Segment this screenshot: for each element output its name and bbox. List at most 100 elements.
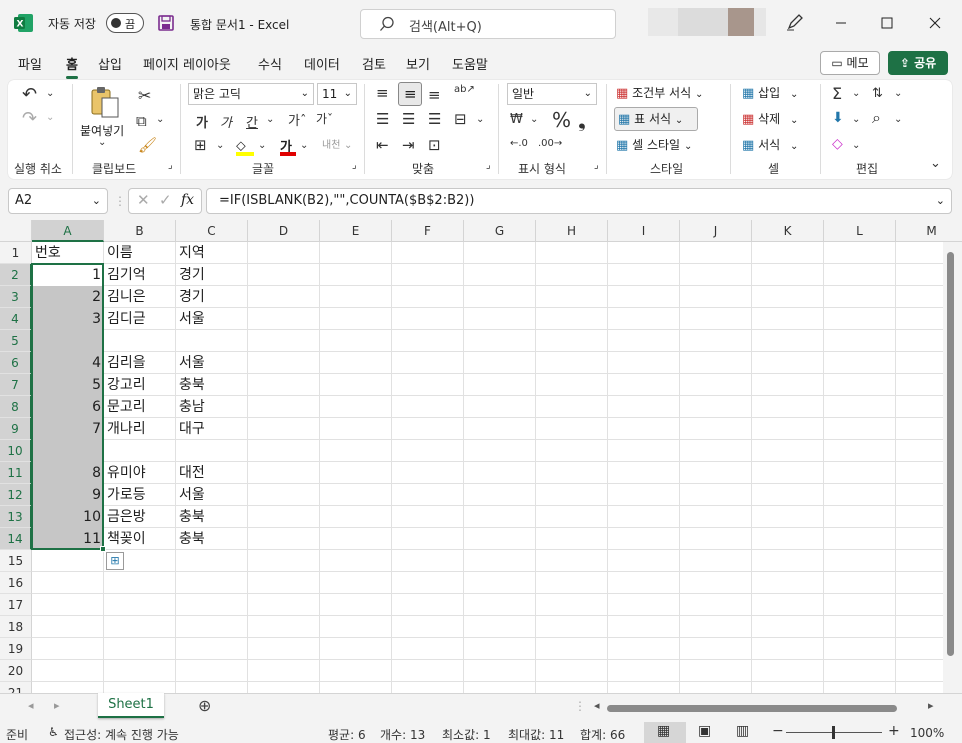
fill-dropdown-icon[interactable]: ⌄ bbox=[258, 140, 266, 151]
redo-icon[interactable]: ↷ bbox=[22, 108, 37, 129]
cell-styles-button[interactable]: ▦ 셀 스타일 ⌄ bbox=[616, 136, 716, 156]
align-left-icon[interactable]: ☰ bbox=[376, 110, 389, 128]
font-name-select[interactable]: 맑은 고딕 ⌄ bbox=[188, 83, 314, 105]
redo-dropdown-icon[interactable]: ⌄ bbox=[46, 112, 54, 123]
format-painter-icon[interactable]: 🖌 bbox=[138, 136, 157, 154]
add-sheet-icon[interactable]: ⊕ bbox=[198, 696, 211, 715]
decrease-font-icon[interactable]: 가ˇ bbox=[316, 110, 333, 127]
wrap-text-icon[interactable]: ⊟ bbox=[454, 110, 467, 128]
row-header[interactable]: 4 bbox=[0, 308, 32, 330]
normal-view-button[interactable]: ▦ bbox=[644, 722, 686, 743]
cell[interactable] bbox=[104, 440, 176, 462]
increase-indent-icon[interactable]: ⇥ bbox=[402, 136, 415, 154]
column-header[interactable]: A bbox=[32, 220, 104, 242]
row-header[interactable]: 9 bbox=[0, 418, 32, 440]
percent-icon[interactable]: % bbox=[552, 108, 571, 132]
fill-dropdown-icon[interactable]: ⌄ bbox=[852, 114, 860, 125]
save-icon[interactable] bbox=[158, 15, 174, 31]
cell[interactable]: 책꽂이 bbox=[104, 528, 176, 550]
row-header[interactable]: 12 bbox=[0, 484, 32, 506]
page-break-view-icon[interactable]: ▥ bbox=[736, 723, 749, 739]
fill-down-icon[interactable]: ⬇ bbox=[832, 110, 844, 126]
tab-file[interactable]: 파일 bbox=[18, 54, 42, 73]
column-header[interactable]: F bbox=[392, 220, 464, 242]
column-header[interactable]: E bbox=[320, 220, 392, 242]
insert-cells-button[interactable]: ▦ 삽입 ⌄ bbox=[742, 84, 812, 104]
paste-icon[interactable] bbox=[90, 86, 120, 118]
wrap-dropdown-icon[interactable]: ⌄ bbox=[476, 114, 484, 125]
cell[interactable]: 김리을 bbox=[104, 352, 176, 374]
cell[interactable]: 경기 bbox=[176, 264, 248, 286]
accessibility-status[interactable]: 접근성: 계속 진행 가능 bbox=[64, 726, 179, 743]
vertical-scroll-thumb[interactable] bbox=[947, 252, 954, 656]
increase-decimal-icon[interactable]: ←.0 bbox=[510, 138, 528, 149]
cell[interactable]: 개나리 bbox=[104, 418, 176, 440]
row-header[interactable]: 18 bbox=[0, 616, 32, 638]
collapse-ribbon-icon[interactable]: ⌄ bbox=[930, 156, 941, 171]
zoom-slider-thumb[interactable] bbox=[832, 726, 835, 739]
row-header[interactable]: 11 bbox=[0, 462, 32, 484]
copy-icon[interactable]: ⧉ bbox=[136, 112, 147, 130]
increase-font-icon[interactable]: 가ˆ bbox=[288, 110, 306, 129]
align-launcher-icon[interactable]: ⌟ bbox=[486, 160, 491, 171]
zoom-out-icon[interactable]: − bbox=[772, 723, 784, 739]
underline-icon[interactable]: 간 bbox=[246, 112, 258, 131]
paste-dropdown-icon[interactable]: ⌄ bbox=[98, 137, 106, 148]
format-as-table-button[interactable]: ▦ 표 서식 ⌄ bbox=[614, 107, 698, 131]
cell[interactable]: 충북 bbox=[176, 528, 248, 550]
cell[interactable]: 대구 bbox=[176, 418, 248, 440]
comma-icon[interactable]: ❟ bbox=[578, 108, 586, 132]
find-dropdown-icon[interactable]: ⌄ bbox=[894, 114, 902, 125]
borders-dropdown-icon[interactable]: ⌄ bbox=[216, 140, 224, 151]
column-header[interactable]: H bbox=[536, 220, 608, 242]
orientation-icon[interactable]: ab↗ bbox=[454, 84, 475, 95]
column-header[interactable]: I bbox=[608, 220, 680, 242]
font-size-select[interactable]: 11 ⌄ bbox=[317, 83, 357, 105]
tab-data[interactable]: 데이터 bbox=[304, 54, 340, 73]
cell[interactable]: 문고리 bbox=[104, 396, 176, 418]
row-header[interactable]: 8 bbox=[0, 396, 32, 418]
cell[interactable]: 가로등 bbox=[104, 484, 176, 506]
quick-analysis-icon[interactable]: ⊞ bbox=[106, 552, 124, 570]
column-header[interactable]: K bbox=[752, 220, 824, 242]
share-button[interactable]: ⇪ 공유 bbox=[888, 51, 948, 75]
underline-dropdown-icon[interactable]: ⌄ bbox=[266, 114, 274, 125]
zoom-in-icon[interactable]: + bbox=[888, 723, 900, 739]
format-cells-button[interactable]: ▦ 서식 ⌄ bbox=[742, 136, 812, 156]
cell[interactable]: 경기 bbox=[176, 286, 248, 308]
sort-filter-icon[interactable]: ⇅ bbox=[872, 86, 883, 101]
cell[interactable] bbox=[104, 330, 176, 352]
row-header[interactable]: 16 bbox=[0, 572, 32, 594]
page-layout-view-icon[interactable]: ▣ bbox=[698, 723, 711, 739]
confirm-entry-icon[interactable]: ✓ bbox=[159, 191, 172, 209]
undo-dropdown-icon[interactable]: ⌄ bbox=[46, 88, 54, 99]
scroll-right-icon[interactable]: ▸ bbox=[928, 699, 934, 712]
currency-dropdown-icon[interactable]: ⌄ bbox=[530, 114, 538, 125]
formula-input[interactable]: =IF(ISBLANK(B2),"",COUNTA($B$2:B2)) ⌄ bbox=[206, 188, 952, 214]
sort-dropdown-icon[interactable]: ⌄ bbox=[894, 88, 902, 99]
column-header[interactable]: B bbox=[104, 220, 176, 242]
account-avatar[interactable] bbox=[728, 8, 754, 36]
memo-button[interactable]: ▭ 메모 bbox=[820, 51, 880, 75]
undo-icon[interactable]: ↶ bbox=[22, 84, 37, 105]
row-header[interactable]: 17 bbox=[0, 594, 32, 616]
cell[interactable]: 김기억 bbox=[104, 264, 176, 286]
cell[interactable]: 충북 bbox=[176, 374, 248, 396]
font-launcher-icon[interactable]: ⌟ bbox=[352, 160, 357, 171]
column-header[interactable]: J bbox=[680, 220, 752, 242]
column-header[interactable]: C bbox=[176, 220, 248, 242]
number-format-select[interactable]: 일반 ⌄ bbox=[507, 83, 597, 105]
column-header[interactable]: G bbox=[464, 220, 536, 242]
horizontal-scroll-thumb[interactable] bbox=[607, 705, 897, 712]
cell[interactable]: 서울 bbox=[176, 352, 248, 374]
next-sheet-icon[interactable]: ▸ bbox=[54, 699, 60, 712]
bold-icon[interactable]: 가 bbox=[196, 112, 208, 131]
tab-home[interactable]: 홈 bbox=[66, 54, 78, 79]
cell[interactable]: 강고리 bbox=[104, 374, 176, 396]
search-box[interactable]: 검색(Alt+Q) bbox=[360, 9, 616, 39]
cell[interactable]: 충남 bbox=[176, 396, 248, 418]
find-icon[interactable]: ⌕ bbox=[872, 108, 881, 128]
insert-function-icon[interactable]: fx bbox=[181, 192, 194, 208]
minimize-icon[interactable] bbox=[834, 16, 848, 30]
worksheet-grid[interactable]: A B C D E F G H I J K L M 1 2 3 4 5 6 7 8 9 10 11 12 13 14 15 16 17 18… bbox=[0, 220, 962, 693]
